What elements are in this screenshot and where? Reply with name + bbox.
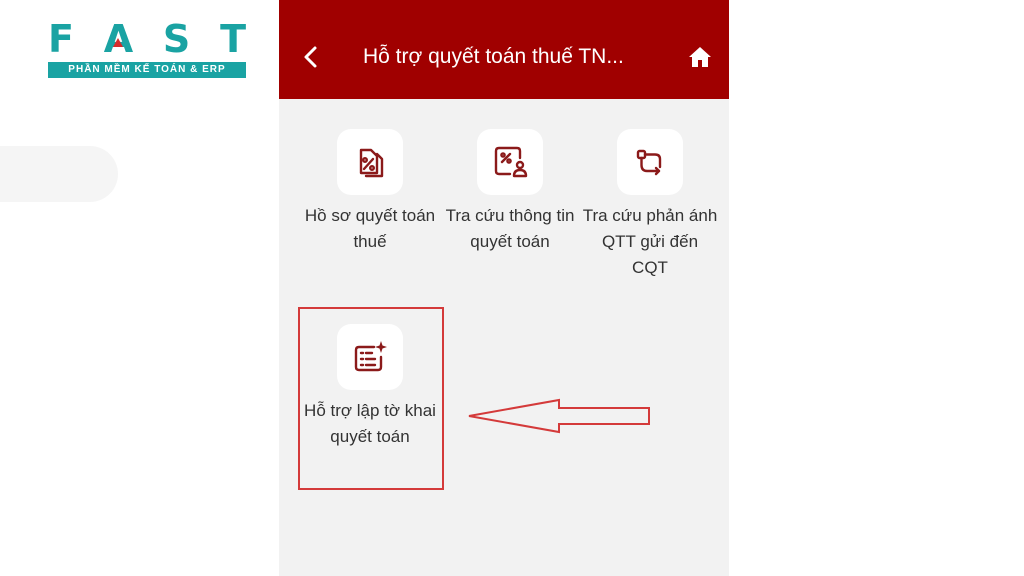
logo-triangle-icon	[113, 38, 124, 47]
menu-item-label: Tra cứu thông tin quyết toán	[445, 206, 575, 251]
tile-icon-box	[337, 129, 403, 195]
home-icon	[689, 47, 711, 67]
logo-letter-t: T	[220, 17, 246, 61]
logo-wordmark: F A S T	[48, 20, 246, 58]
logo-letter-f: F	[48, 17, 74, 61]
menu-item-settlement-lookup[interactable]: Tra cứu thông tin quyết toán	[440, 129, 580, 255]
tax-document-icon	[359, 148, 384, 178]
menu-item-label: Tra cứu phản ánh QTT gửi đến CQT	[582, 206, 718, 277]
logo-tagline: PHẦN MỀM KẾ TOÁN & ERP	[48, 62, 246, 78]
menu-item-tax-records[interactable]: Hồ sơ quyết toán thuế	[300, 129, 440, 255]
tax-search-icon	[494, 146, 528, 178]
home-button[interactable]	[687, 44, 713, 70]
tile-icon-box	[617, 129, 683, 195]
app-header: Hỗ trợ quyết toán thuế TN...	[279, 0, 729, 99]
tile-icon-box	[477, 129, 543, 195]
back-button[interactable]	[299, 42, 323, 72]
decorative-pill	[0, 146, 118, 202]
pointer-arrow-icon	[468, 398, 650, 434]
menu-item-label: Hồ sơ quyết toán thuế	[304, 206, 436, 251]
menu-item-feedback-lookup[interactable]: Tra cứu phản ánh QTT gửi đến CQT	[580, 129, 720, 281]
logo-letter-s: S	[162, 17, 191, 61]
chevron-left-icon	[304, 46, 317, 68]
page-title: Hỗ trợ quyết toán thuế TN...	[363, 45, 624, 68]
route-icon	[636, 149, 662, 176]
highlight-box	[298, 307, 444, 490]
fast-logo: F A S T PHẦN MỀM KẾ TOÁN & ERP	[48, 20, 248, 78]
logo-letter-a: A	[103, 17, 134, 61]
